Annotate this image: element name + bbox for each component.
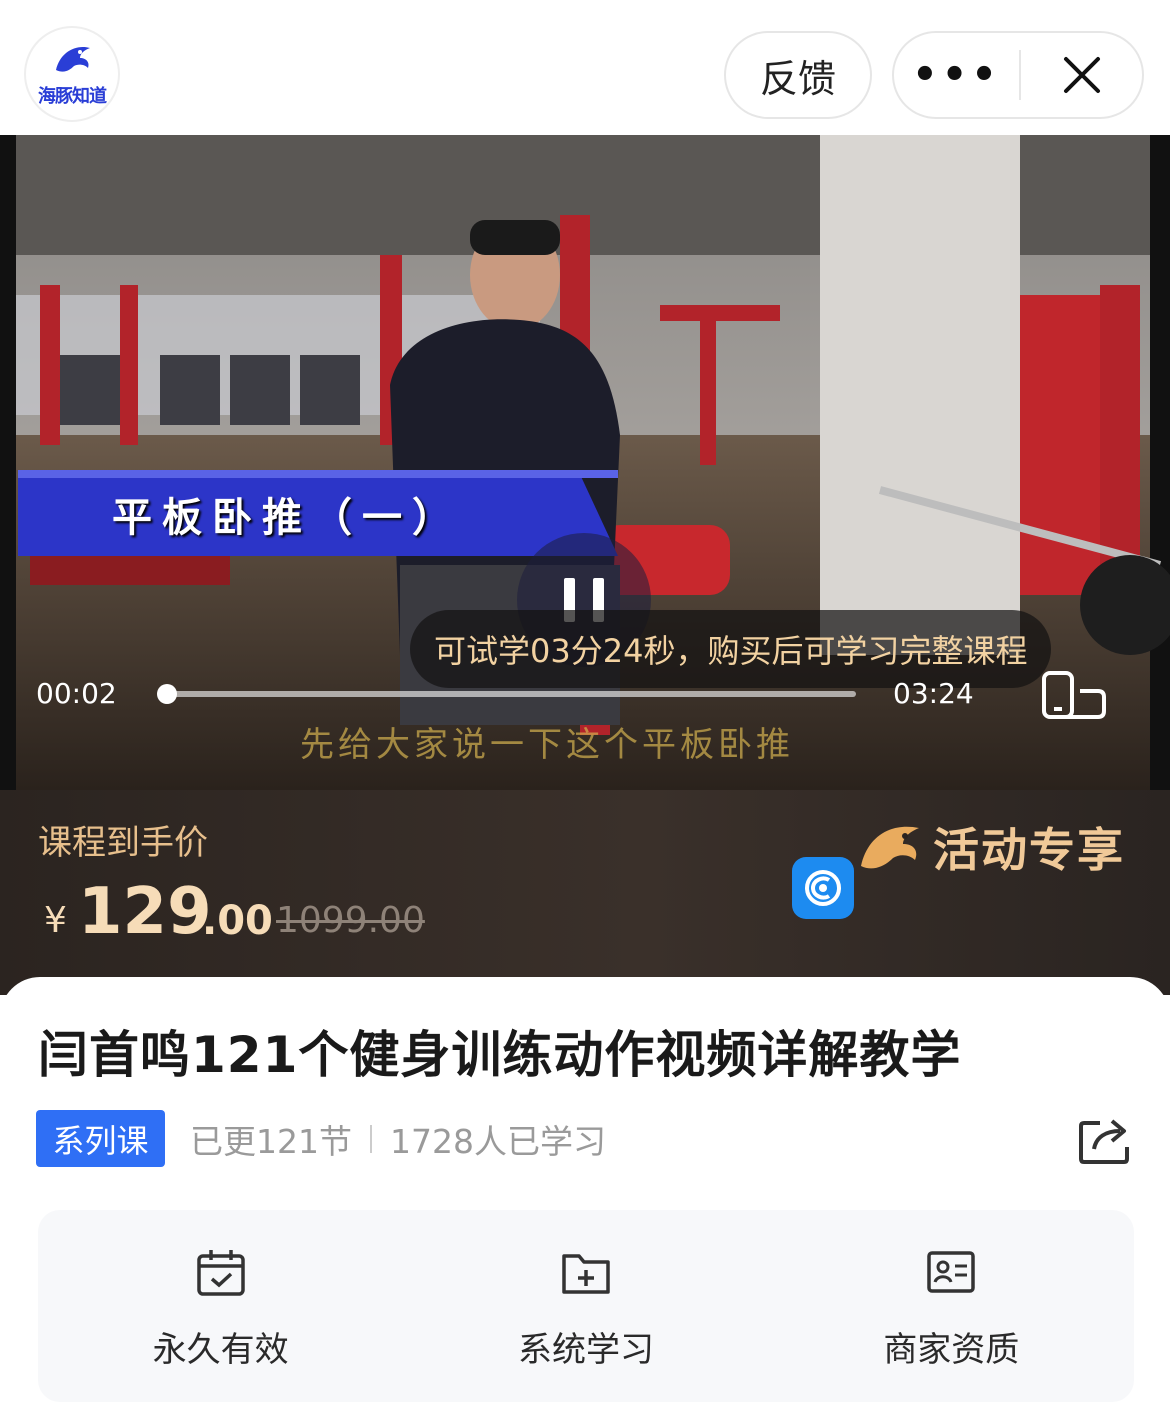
- id-card-icon: [927, 1251, 976, 1293]
- dolphin-logo-icon: [56, 46, 90, 72]
- more-button[interactable]: •••: [894, 33, 1019, 117]
- course-info-card: 闫首鸣121个健身训练动作视频详解教学 系列课 已更121节 1728人已学习 …: [0, 977, 1170, 1420]
- folder-plus-icon: [562, 1254, 610, 1294]
- update-count: 已更121节: [190, 1122, 352, 1161]
- video-caption: 平板卧推（一）: [112, 494, 462, 541]
- series-tag: 系列课: [36, 1110, 165, 1167]
- close-button[interactable]: [1021, 33, 1142, 117]
- price-decimal: .00: [202, 898, 273, 944]
- price-integer: 129: [78, 875, 212, 949]
- feature-permanent: 永久有效: [38, 1210, 403, 1402]
- close-icon: [1063, 57, 1100, 93]
- fullscreen-icon[interactable]: [1040, 669, 1108, 721]
- feature-label: 系统学习: [517, 1330, 654, 1370]
- video-player[interactable]: 平板卧推（一） 可试学03分24秒，购买后可学习完整课程 00:02 03:24…: [0, 135, 1170, 790]
- chat-app-icon[interactable]: [792, 857, 854, 919]
- price-banner: 课程到手价 ¥ 129 .00 1099.00 活动专享: [0, 790, 1170, 995]
- logo-text: 海豚知道: [38, 86, 107, 107]
- progress-thumb[interactable]: [156, 684, 177, 704]
- current-time: 00:02: [36, 677, 117, 710]
- price-currency: ¥: [44, 900, 67, 941]
- promo-badge: 活动专享: [855, 814, 1125, 880]
- price-label: 课程到手价: [38, 823, 208, 863]
- app-logo[interactable]: 海豚知道: [24, 26, 120, 122]
- original-price: 1099.00: [276, 900, 425, 941]
- meta-divider: [370, 1125, 372, 1153]
- chat-icon: [805, 870, 841, 906]
- feature-list: 永久有效 系统学习 商家资质: [38, 1210, 1134, 1402]
- total-time: 03:24: [893, 677, 974, 710]
- course-meta: 已更121节 1728人已学习: [190, 1115, 606, 1163]
- promo-text: 活动专享: [933, 823, 1125, 877]
- calendar-check-icon: [196, 1250, 245, 1296]
- feedback-button[interactable]: 反馈: [724, 31, 872, 119]
- top-bar: 海豚知道 反馈 •••: [0, 0, 1170, 135]
- video-subtitle: 先给大家说一下这个平板卧推: [300, 725, 794, 765]
- capsule-menu: •••: [892, 31, 1144, 119]
- progress-slider[interactable]: [156, 684, 856, 704]
- course-title: 闫首鸣121个健身训练动作视频详解教学: [38, 1026, 962, 1084]
- feature-systematic: 系统学习: [403, 1210, 768, 1402]
- feature-merchant[interactable]: 商家资质: [769, 1210, 1134, 1402]
- dolphin-icon: [861, 826, 919, 869]
- feature-label: 商家资质: [883, 1330, 1020, 1370]
- feature-label: 永久有效: [152, 1330, 289, 1370]
- share-icon[interactable]: [1078, 1115, 1132, 1165]
- learner-count: 1728人已学习: [390, 1122, 606, 1161]
